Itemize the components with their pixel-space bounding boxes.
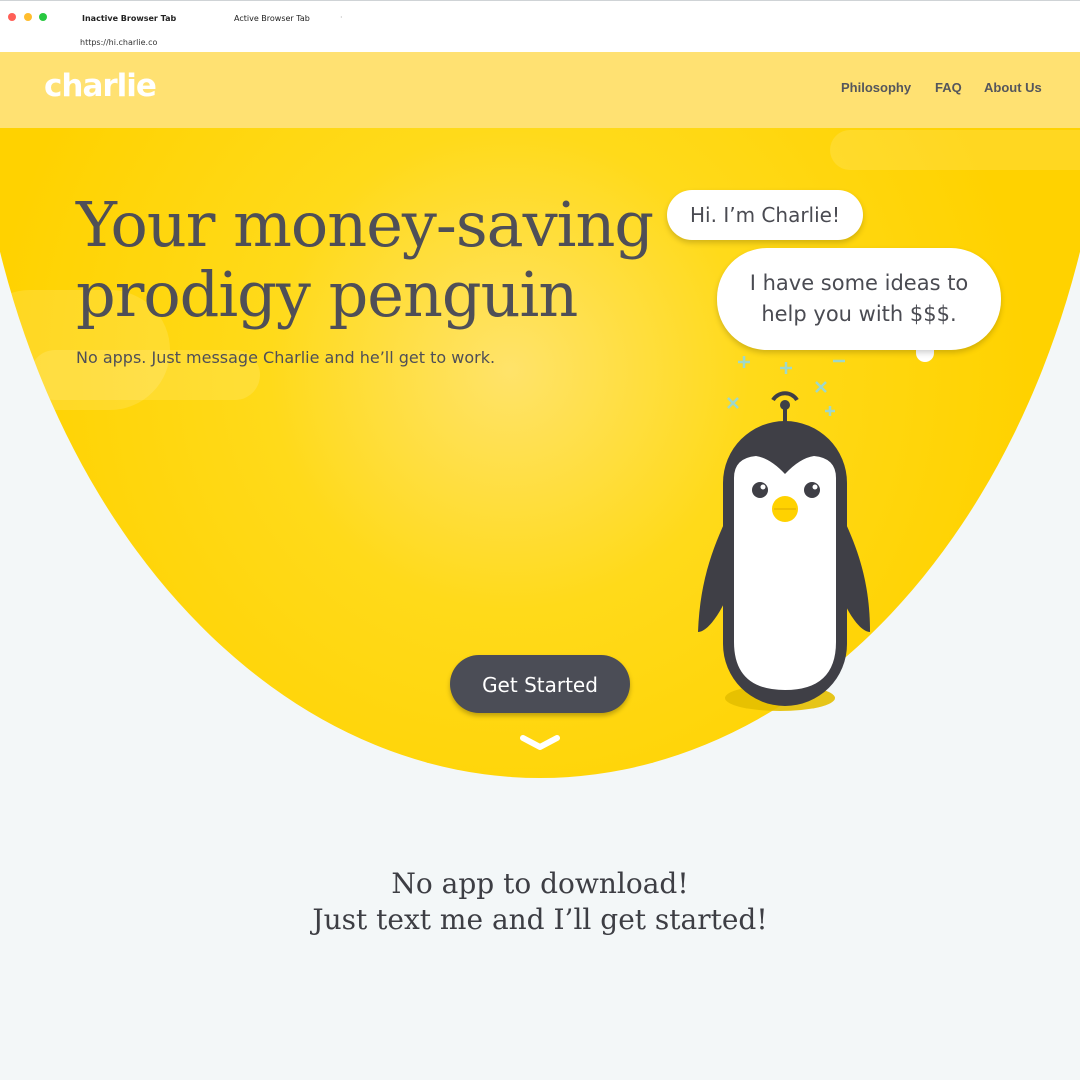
tab-inactive[interactable]: Inactive Browser Tab — [82, 14, 176, 23]
nav-philosophy[interactable]: Philosophy — [841, 80, 911, 95]
nav-faq[interactable]: FAQ — [935, 80, 962, 95]
window-maximize-icon[interactable] — [39, 13, 47, 21]
browser-chrome: Inactive Browser Tab · Active Browser Ta… — [0, 0, 1080, 52]
tab-close-icon[interactable]: · — [340, 13, 343, 22]
window-minimize-icon[interactable] — [24, 13, 32, 21]
tagline-line-2: Just text me and I’ll get started! — [312, 903, 768, 936]
headline-line-1: Your money-saving — [76, 188, 654, 261]
nav-about-us[interactable]: About Us — [984, 80, 1042, 95]
penguin-illustration — [698, 356, 870, 711]
headline-line-2: prodigy penguin — [76, 258, 578, 331]
window-close-icon[interactable] — [8, 13, 16, 21]
tagline-line-1: No app to download! — [391, 867, 689, 900]
hero-subheadline: No apps. Just message Charlie and he’ll … — [76, 348, 496, 367]
no-app-tagline: No app to download! Just text me and I’l… — [0, 866, 1080, 938]
charlie-logo[interactable]: charlie — [44, 68, 157, 104]
web-page: charlie Philosophy FAQ About Us Your mon… — [0, 52, 1080, 1080]
bubble-line-2: help you with $$$. — [761, 302, 957, 326]
chevron-down-icon[interactable] — [520, 734, 560, 752]
tab-active[interactable]: Active Browser Tab — [234, 14, 310, 23]
site-header: charlie Philosophy FAQ About Us — [0, 52, 1080, 128]
tab-close-icon[interactable]: · — [174, 13, 177, 22]
hero-headline: Your money-saving prodigy penguin — [76, 190, 676, 330]
speech-bubble-ideas: I have some ideas to help you with $$$. — [717, 248, 1001, 350]
get-started-button[interactable]: Get Started — [450, 655, 630, 713]
bubble-line-1: I have some ideas to — [749, 271, 969, 295]
address-bar[interactable]: https://hi.charlie.co — [80, 38, 157, 47]
speech-bubble-greeting: Hi. I’m Charlie! — [667, 190, 863, 240]
